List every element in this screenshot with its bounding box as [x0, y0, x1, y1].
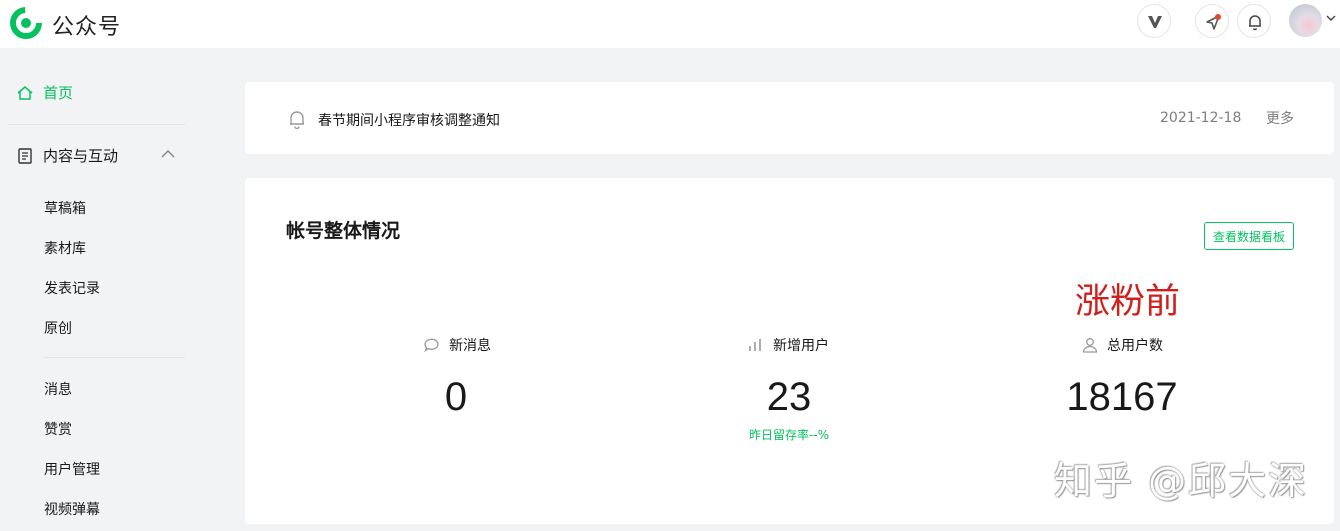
send-button[interactable] — [1195, 4, 1229, 38]
document-icon — [18, 147, 32, 164]
logo-icon[interactable] — [8, 5, 44, 41]
stat-label-new-messages: 新消息 — [423, 335, 491, 355]
sidebar-item-video-comments[interactable]: 视频弹幕 — [44, 499, 100, 519]
sidebar-item-original[interactable]: 原创 — [44, 318, 72, 338]
home-icon — [17, 85, 33, 100]
notification-button[interactable] — [1237, 4, 1271, 38]
send-icon — [1206, 14, 1221, 30]
notice-date: 2021-12-18 — [1160, 110, 1242, 126]
sidebar-item-label: 首页 — [43, 84, 74, 102]
chevron-up-icon[interactable] — [160, 149, 176, 159]
notice-more-link[interactable]: 更多 — [1266, 108, 1294, 128]
watermark: 知乎 @邱大深 — [1054, 459, 1309, 503]
bell-icon — [290, 111, 304, 129]
stat-label-new-users: 新增用户 — [748, 335, 829, 355]
sidebar-item-materials[interactable]: 素材库 — [44, 238, 86, 258]
stat-value-total-users: 18167 — [1066, 375, 1178, 419]
stat-label-text: 新增用户 — [773, 338, 829, 354]
chevron-down-icon[interactable] — [1326, 14, 1336, 22]
view-dashboard-button[interactable]: 查看数据看板 — [1204, 222, 1294, 250]
sidebar-item-drafts[interactable]: 草稿箱 — [44, 198, 86, 218]
retention-rate: 昨日留存率--% — [748, 428, 830, 442]
overview-title: 帐号整体情况 — [286, 220, 401, 242]
chat-bubble-icon — [424, 338, 439, 353]
brand-name[interactable]: 公众号 — [52, 9, 121, 41]
sidebar-section-label: 内容与互动 — [43, 147, 119, 165]
sidebar: 首页 内容与互动 草稿箱 素材库 发表记录 原创 消息 赞赏 用户管理 视频弹幕 — [0, 48, 200, 531]
stat-value-new-users: 23 — [766, 375, 812, 419]
avatar[interactable] — [1289, 4, 1322, 37]
stat-label-total-users: 总用户数 — [1082, 335, 1163, 355]
stat-label-text: 新消息 — [449, 338, 491, 354]
bell-icon — [1249, 15, 1261, 31]
divider — [8, 124, 185, 125]
bar-chart-icon — [749, 339, 761, 351]
sidebar-item-messages[interactable]: 消息 — [44, 379, 72, 399]
stat-value-new-messages: 0 — [444, 375, 468, 419]
annotation-text: 涨粉前 — [1075, 282, 1181, 322]
sidebar-item-user-management[interactable]: 用户管理 — [44, 459, 100, 479]
sidebar-section-content[interactable]: 内容与互动 — [16, 145, 118, 166]
sidebar-item-home[interactable]: 首页 — [16, 82, 73, 103]
divider — [44, 357, 185, 358]
sidebar-item-rewards[interactable]: 赞赏 — [44, 419, 72, 439]
sidebar-item-publish-records[interactable]: 发表记录 — [44, 278, 100, 298]
stat-label-text: 总用户数 — [1107, 338, 1163, 354]
top-bar: 公众号 — [0, 0, 1340, 48]
notice-card: 春节期间小程序审核调整通知 2021-12-18 更多 — [245, 82, 1334, 154]
y-brand-button[interactable] — [1137, 4, 1171, 38]
y-brand-icon — [1148, 16, 1162, 28]
user-icon — [1082, 338, 1098, 353]
notice-title[interactable]: 春节期间小程序审核调整通知 — [318, 110, 500, 130]
